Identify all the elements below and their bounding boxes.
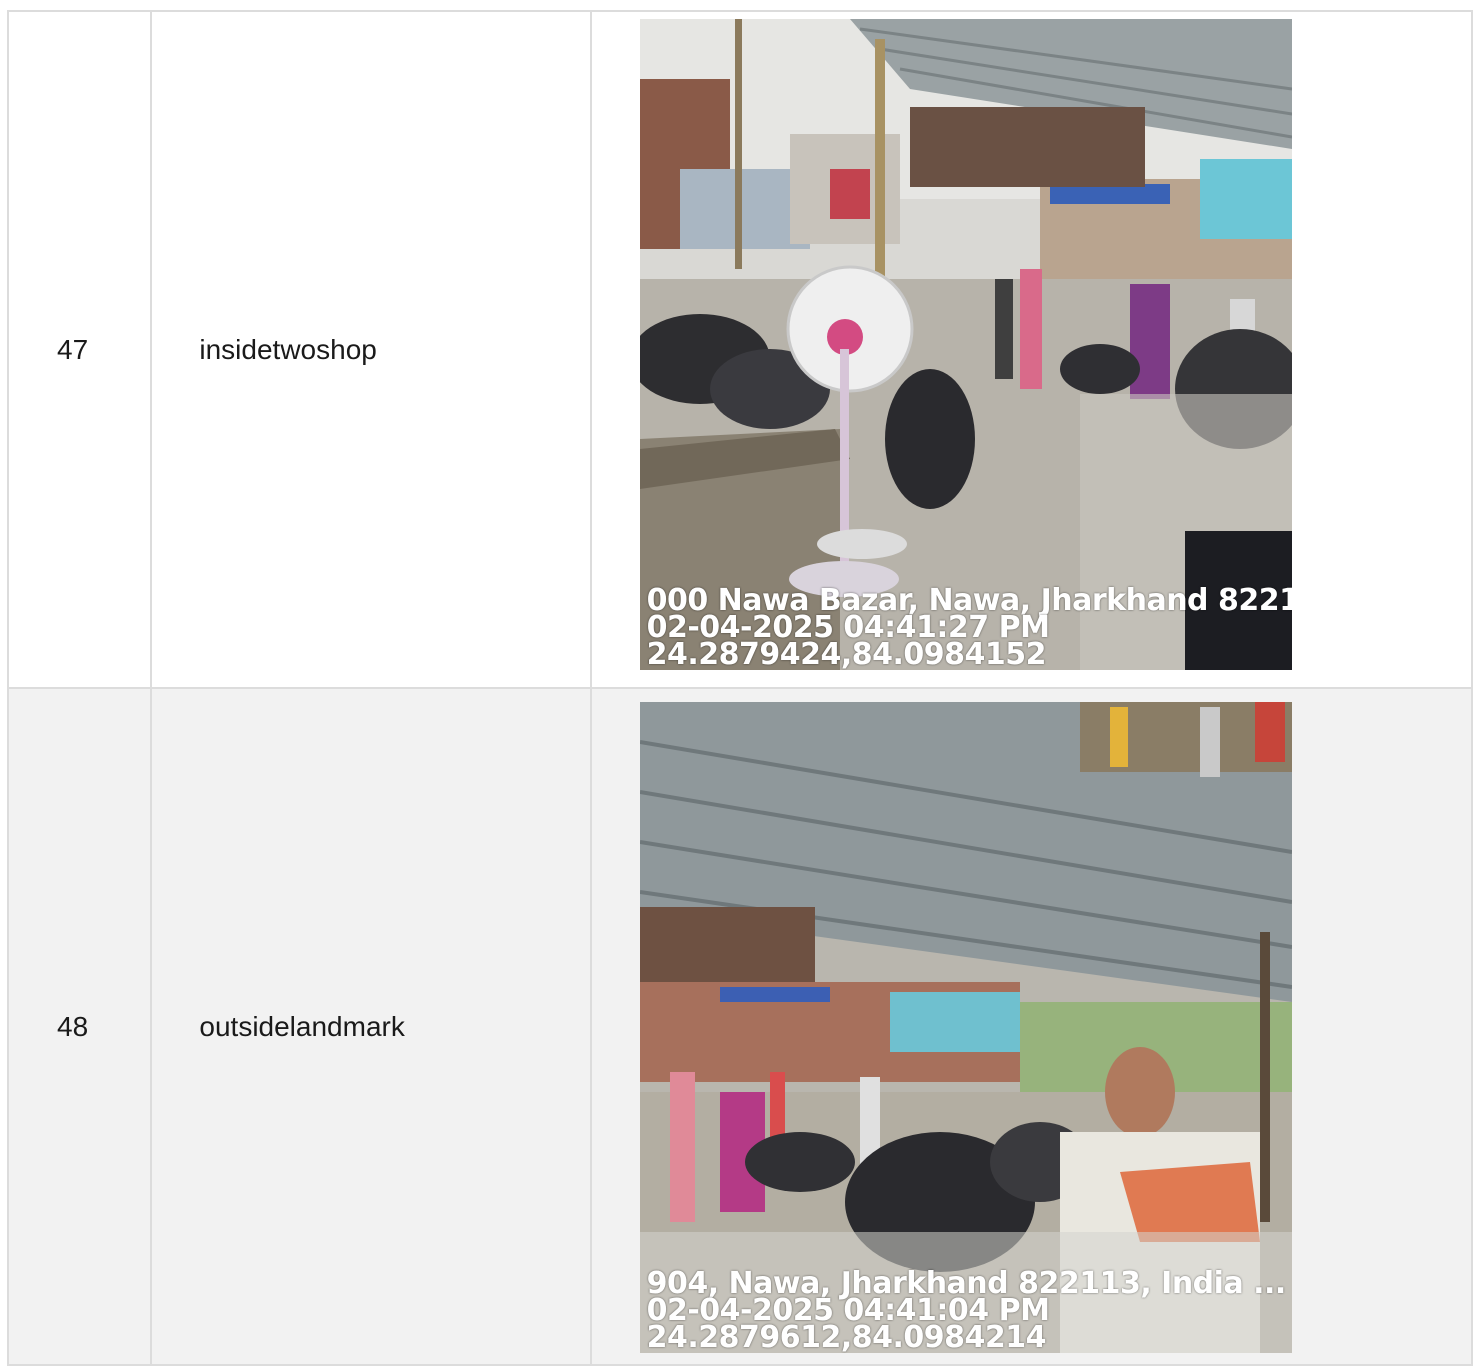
photo-stamp: 000 Nawa Bazar, Nawa, Jharkhand 822113, … [646, 586, 1292, 670]
landmark-photo[interactable]: 904, Nawa, Jharkhand 822113, India ... 0… [639, 702, 1292, 1353]
row-number: 47 [6, 10, 153, 689]
row-label: outsidelandmark [150, 687, 592, 1366]
records-table: 47 insidetwoshop 000 Nawa Bazar, Nawa, J… [6, 10, 1474, 1366]
table-row: 47 insidetwoshop 000 Nawa Bazar, Nawa, J… [6, 10, 1474, 689]
photo-stamp: 904, Nawa, Jharkhand 822113, India ... 0… [646, 1269, 1287, 1353]
row-label: insidetwoshop [150, 10, 592, 689]
landmark-photo-image [639, 702, 1292, 1353]
table-row: 48 outsidelandmark 904, Nawa, Jharkhand … [6, 687, 1474, 1366]
stamp-coords: 24.2879424,84.0984152 [646, 637, 1047, 670]
row-number: 48 [6, 687, 153, 1366]
photo-cell: 904, Nawa, Jharkhand 822113, India ... 0… [589, 687, 1474, 1366]
stamp-coords: 24.2879612,84.0984214 [646, 1320, 1047, 1353]
photo-cell: 000 Nawa Bazar, Nawa, Jharkhand 822113, … [589, 10, 1474, 689]
shop-photo[interactable]: 000 Nawa Bazar, Nawa, Jharkhand 822113, … [639, 19, 1292, 670]
shop-photo-image [639, 19, 1292, 670]
